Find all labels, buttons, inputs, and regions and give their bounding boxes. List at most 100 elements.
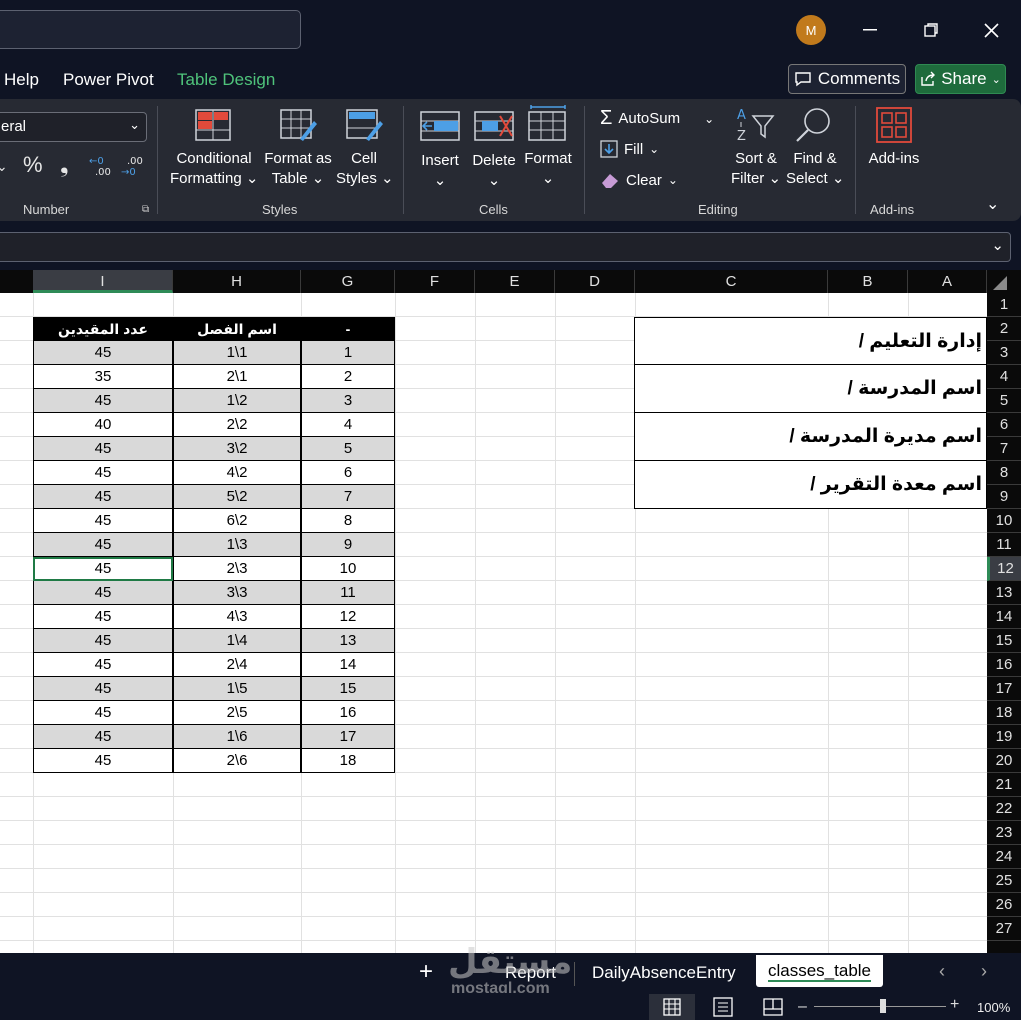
row-header-10[interactable]: 10	[987, 509, 1021, 533]
close-icon[interactable]	[976, 16, 1006, 44]
search-box[interactable]	[0, 10, 301, 49]
table-header-cell[interactable]: -	[301, 317, 395, 341]
table-cell-cls[interactable]: 2\4	[173, 653, 301, 677]
zoom-slider-thumb[interactable]	[880, 999, 886, 1013]
table-cell-count[interactable]: 45	[33, 653, 173, 677]
increase-decimal-icon[interactable]: ←0.00	[89, 155, 113, 182]
sort-filter-button[interactable]: Sort & Filter ⌄	[726, 149, 786, 189]
table-cell-cls[interactable]: 4\3	[173, 605, 301, 629]
number-format-select[interactable]: eral ⌄	[0, 112, 147, 142]
row-header-12[interactable]: 12	[987, 557, 1021, 581]
table-cell-count[interactable]: 45	[33, 533, 173, 557]
sheet-tab-dailyabsenceentry[interactable]: DailyAbsenceEntry	[592, 963, 736, 983]
row-header-15[interactable]: 15	[987, 629, 1021, 653]
table-cell-cls[interactable]: 1\3	[173, 533, 301, 557]
column-header-e[interactable]: E	[475, 270, 555, 293]
table-cell-count[interactable]: 45	[33, 461, 173, 485]
table-cell-count[interactable]: 45	[33, 341, 173, 365]
table-cell-count[interactable]: 45	[33, 677, 173, 701]
info-box[interactable]: اسم مديرة المدرسة /	[634, 413, 987, 461]
table-cell-count[interactable]: 45	[33, 581, 173, 605]
table-cell-count[interactable]: 45	[33, 389, 173, 413]
autosum-button[interactable]: Σ AutoSum ⌄	[600, 107, 714, 130]
row-header-16[interactable]: 16	[987, 653, 1021, 677]
scroll-tabs-left-icon[interactable]: ‹	[939, 961, 945, 982]
table-cell-cls[interactable]: 1\2	[173, 389, 301, 413]
row-header-26[interactable]: 26	[987, 893, 1021, 917]
tab-help[interactable]: Help	[4, 70, 39, 90]
info-box[interactable]: اسم معدة التقرير /	[634, 461, 987, 509]
table-cell-idx[interactable]: 14	[301, 653, 395, 677]
row-header-18[interactable]: 18	[987, 701, 1021, 725]
info-box[interactable]: إدارة التعليم /	[634, 317, 987, 365]
table-cell-cls[interactable]: 1\6	[173, 725, 301, 749]
row-header-7[interactable]: 7	[987, 437, 1021, 461]
fill-button[interactable]: Fill ⌄	[600, 140, 659, 158]
row-header-11[interactable]: 11	[987, 533, 1021, 557]
table-cell-idx[interactable]: 1	[301, 341, 395, 365]
cell-styles-button[interactable]: Cell Styles ⌄	[336, 149, 394, 189]
table-cell-count[interactable]: 35	[33, 365, 173, 389]
row-header-14[interactable]: 14	[987, 605, 1021, 629]
row-header-24[interactable]: 24	[987, 845, 1021, 869]
chevron-down-icon[interactable]: ⌄	[0, 158, 8, 175]
table-cell-cls[interactable]: 1\4	[173, 629, 301, 653]
table-cell-idx[interactable]: 9	[301, 533, 395, 557]
zoom-level[interactable]: 100%	[977, 1000, 1010, 1015]
column-header-i[interactable]: I	[33, 270, 173, 293]
table-cell-cls[interactable]: 2\1	[173, 365, 301, 389]
format-as-table-button[interactable]: Format as Table ⌄	[262, 149, 334, 189]
row-header-21[interactable]: 21	[987, 773, 1021, 797]
row-header-19[interactable]: 19	[987, 725, 1021, 749]
decrease-decimal-icon[interactable]: .00 →0	[121, 155, 145, 182]
column-header-f[interactable]: F	[395, 270, 475, 293]
expand-formula-icon[interactable]: ⌄	[991, 236, 1004, 254]
page-break-view-button[interactable]	[762, 997, 784, 1020]
row-header-13[interactable]: 13	[987, 581, 1021, 605]
conditional-formatting-button[interactable]: Conditional Formatting ⌄	[170, 149, 258, 189]
table-cell-idx[interactable]: 13	[301, 629, 395, 653]
table-header-cell[interactable]: عدد المقيدين	[33, 317, 173, 341]
row-header-partial[interactable]	[987, 941, 1021, 953]
table-cell-count[interactable]: 40	[33, 413, 173, 437]
table-cell-idx[interactable]: 2	[301, 365, 395, 389]
table-cell-count[interactable]: 45	[33, 605, 173, 629]
column-header-h[interactable]: H	[173, 270, 301, 293]
formula-bar[interactable]: ⌄	[0, 232, 1011, 262]
table-cell-idx[interactable]: 8	[301, 509, 395, 533]
table-cell-count[interactable]: 45	[33, 629, 173, 653]
table-cell-idx[interactable]: 15	[301, 677, 395, 701]
table-cell-idx[interactable]: 3	[301, 389, 395, 413]
comma-style-button[interactable]: ❟	[60, 152, 69, 178]
delete-button[interactable]: Delete ⌄	[468, 151, 520, 191]
table-cell-idx[interactable]: 17	[301, 725, 395, 749]
column-header-b[interactable]: B	[828, 270, 908, 293]
restore-icon[interactable]	[916, 16, 946, 44]
comments-button[interactable]: Comments	[788, 64, 906, 94]
column-header-c[interactable]: C	[635, 270, 828, 293]
row-header-27[interactable]: 27	[987, 917, 1021, 941]
clear-button[interactable]: Clear ⌄	[600, 171, 678, 189]
column-header-g[interactable]: G	[301, 270, 395, 293]
scroll-tabs-right-icon[interactable]: ›	[981, 961, 987, 982]
table-cell-cls[interactable]: 1\5	[173, 677, 301, 701]
table-cell-count[interactable]: 45	[33, 725, 173, 749]
table-cell-cls[interactable]: 3\2	[173, 437, 301, 461]
table-cell-cls[interactable]: 2\2	[173, 413, 301, 437]
add-sheet-button[interactable]: +	[419, 958, 433, 986]
row-header-22[interactable]: 22	[987, 797, 1021, 821]
table-cell-idx[interactable]: 11	[301, 581, 395, 605]
table-header-cell[interactable]: اسم الفصل	[173, 317, 301, 341]
table-cell-idx[interactable]: 6	[301, 461, 395, 485]
spreadsheet-grid[interactable]: I H G F E D C B A 1 2 3 4 5 6 7 8 9 10 11 12 13 14 15 1…	[0, 270, 1021, 953]
row-header-20[interactable]: 20	[987, 749, 1021, 773]
row-header-5[interactable]: 5	[987, 389, 1021, 413]
table-cell-idx[interactable]: 12	[301, 605, 395, 629]
table-cell-cls[interactable]: 4\2	[173, 461, 301, 485]
table-cell-count[interactable]: 45	[33, 509, 173, 533]
table-cell-cls[interactable]: 1\1	[173, 341, 301, 365]
zoom-in-button[interactable]: +	[950, 996, 959, 1014]
add-ins-button[interactable]: Add-ins	[862, 149, 926, 169]
table-cell-cls[interactable]: 6\2	[173, 509, 301, 533]
select-all-corner[interactable]	[987, 270, 1021, 293]
